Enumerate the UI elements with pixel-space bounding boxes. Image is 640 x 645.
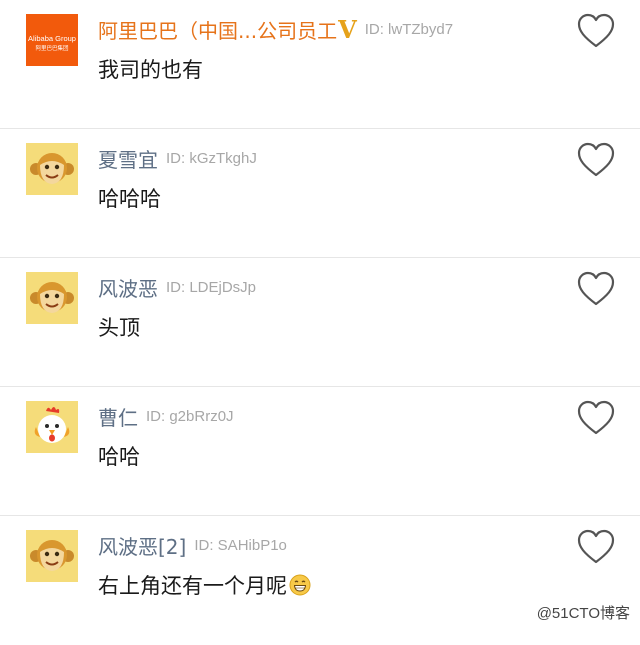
comment-header: 阿里巴巴（中国...公司员工 V ID: lwTZbyd7 (98, 14, 453, 44)
alibaba-group-logo-avatar[interactable]: Alibaba Group 阿里巴巴集团 (26, 14, 78, 66)
monkey-avatar[interactable] (26, 530, 78, 582)
commenter-id: ID: LDEjDsJp (166, 278, 257, 296)
heart-outline-icon (577, 400, 615, 435)
comment-text: 我司的也有 (98, 58, 203, 82)
watermark: @51CTO博客 (536, 605, 630, 622)
comment-item: 曹仁 ID: g2bRrz0J 哈哈 (0, 387, 640, 516)
comment-item: Alibaba Group 阿里巴巴集团 阿里巴巴（中国...公司员工 V ID… (0, 0, 640, 129)
comment-text: 哈哈 (98, 445, 140, 469)
comment-header: 风波恶[2] ID: SAHibP1o (98, 530, 287, 560)
comment-item: 夏雪宜 ID: kGzTkghJ 哈哈哈 (0, 129, 640, 258)
commenter-name[interactable]: 风波恶 (98, 273, 158, 302)
heart-outline-icon (577, 529, 615, 564)
rooster-avatar[interactable] (26, 401, 78, 453)
commenter-name[interactable]: 曹仁 (98, 402, 138, 431)
comment-text: 右上角还有一个月呢 (98, 570, 311, 600)
comment-header: 夏雪宜 ID: kGzTkghJ (98, 143, 257, 173)
avatar-logo-subtext: 阿里巴巴集团 (35, 44, 69, 52)
comment-item: 风波恶 ID: LDEjDsJp 头顶 (0, 258, 640, 387)
avatar-logo-text: Alibaba Group (28, 34, 76, 43)
heart-outline-icon (577, 271, 615, 306)
verified-badge-icon: V (338, 14, 357, 44)
commenter-id: ID: kGzTkghJ (166, 149, 257, 167)
commenter-id: ID: lwTZbyd7 (364, 20, 454, 38)
like-button[interactable] (576, 270, 616, 308)
heart-outline-icon (577, 13, 615, 48)
comment-header: 曹仁 ID: g2bRrz0J (98, 401, 234, 431)
heart-outline-icon (577, 142, 615, 177)
commenter-id: ID: SAHibP1o (194, 536, 287, 554)
commenter-id: ID: g2bRrz0J (146, 407, 234, 425)
monkey-avatar[interactable] (26, 143, 78, 195)
commenter-name[interactable]: 阿里巴巴（中国...公司员工 (98, 15, 337, 44)
grinning-face-emoji (289, 574, 311, 596)
monkey-avatar[interactable] (26, 272, 78, 324)
like-button[interactable] (576, 399, 616, 437)
comment-item: 风波恶[2] ID: SAHibP1o 右上角还有一个月呢 (0, 516, 640, 645)
like-button[interactable] (576, 528, 616, 566)
like-button[interactable] (576, 141, 616, 179)
comment-text: 头顶 (98, 316, 140, 340)
like-button[interactable] (576, 12, 616, 50)
comment-text: 哈哈哈 (98, 187, 161, 211)
comment-list: Alibaba Group 阿里巴巴集团 阿里巴巴（中国...公司员工 V ID… (0, 0, 640, 645)
comment-header: 风波恶 ID: LDEjDsJp (98, 272, 256, 302)
commenter-name[interactable]: 风波恶[2] (98, 531, 186, 560)
commenter-name[interactable]: 夏雪宜 (98, 144, 158, 173)
comment-text-content: 右上角还有一个月呢 (98, 574, 287, 598)
